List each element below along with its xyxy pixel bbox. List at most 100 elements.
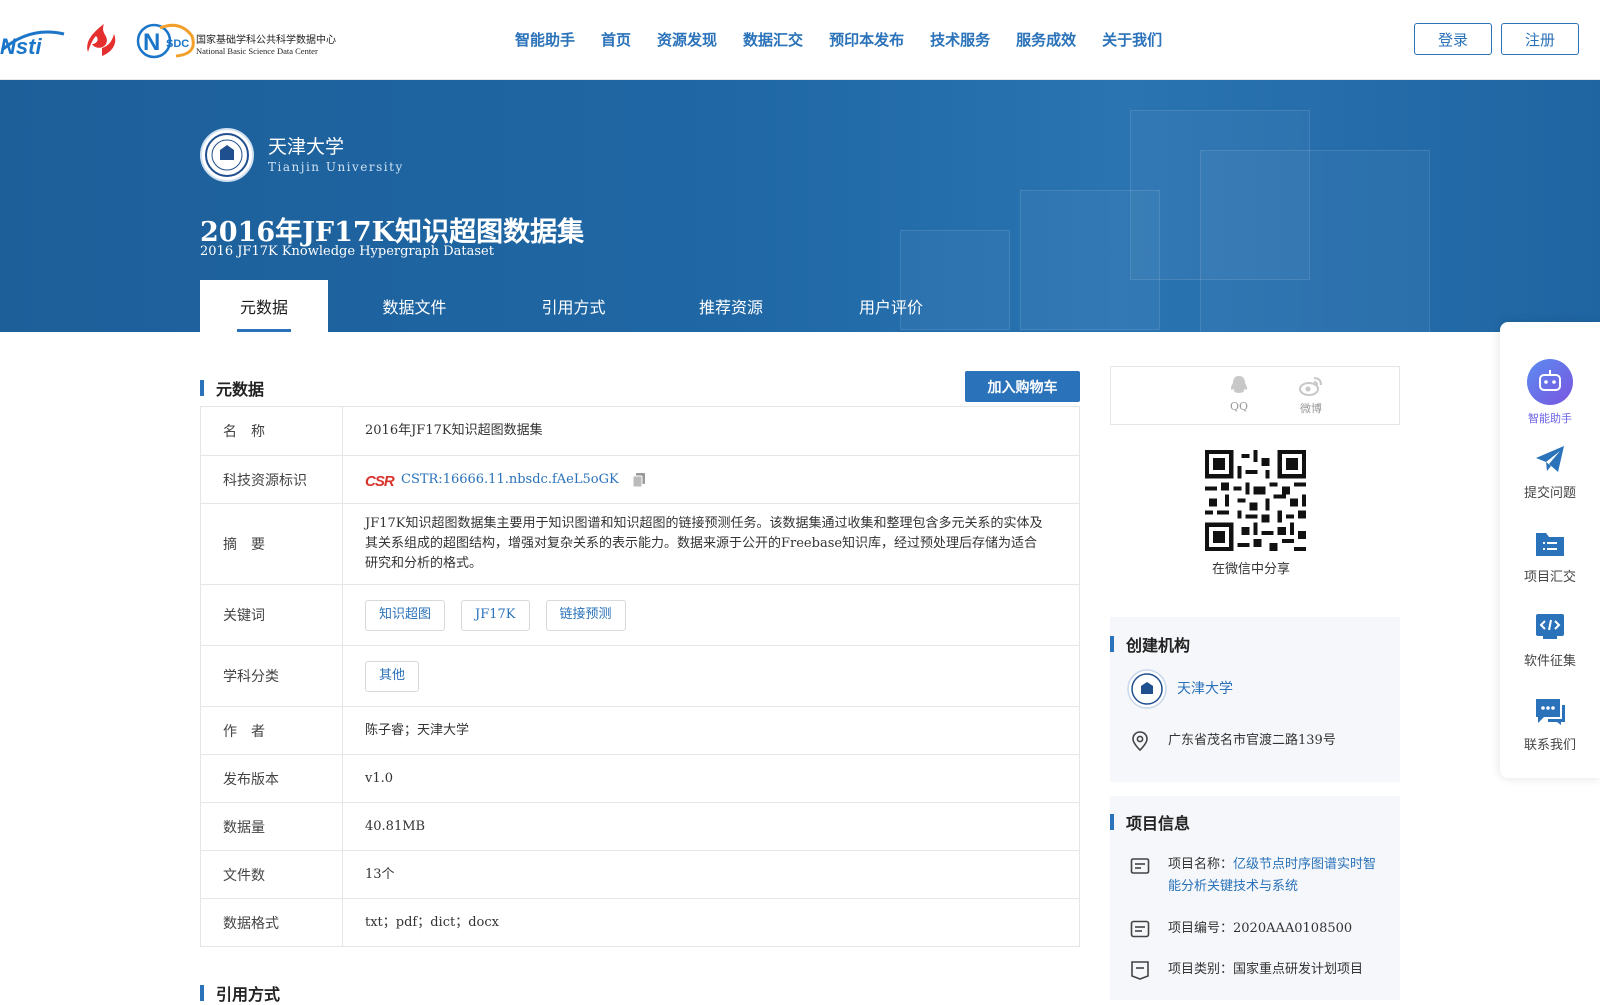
project-name-text: 项目名称：亿级节点时序图谱实时智能分析关键技术与系统 <box>1168 854 1384 898</box>
nsdc-logo[interactable]: N SDC 国家基础学科公共科学数据中心 National Basic Scie… <box>136 20 348 62</box>
dataset-title-en: 2016 JF17K Knowledge Hypergraph Dataset <box>200 244 494 259</box>
creator-section-header: 创建机构 <box>1110 632 1190 656</box>
tab-recommended[interactable]: 推荐资源 <box>646 280 816 332</box>
nav-about[interactable]: 关于我们 <box>1102 28 1162 52</box>
keyword-tag[interactable]: JF17K <box>461 599 530 631</box>
tab-metadata[interactable]: 元数据 <box>200 280 328 332</box>
row-label: 文件数 <box>201 851 343 898</box>
creator-panel: 创建机构 天津大学 广东省茂名市官渡二路139号 <box>1110 617 1400 782</box>
metadata-table: 名 称 2016年JF17K知识超图数据集 科技资源标识 CSR CSTR:16… <box>200 406 1080 947</box>
float-assistant[interactable]: 智能助手 <box>1500 358 1600 426</box>
nav-service-results[interactable]: 服务成效 <box>1016 28 1076 52</box>
tab-citation[interactable]: 引用方式 <box>501 280 646 332</box>
float-submit-question[interactable]: 提交问题 <box>1500 444 1600 501</box>
row-label: 发布版本 <box>201 755 343 802</box>
project-code-row: 项目编号：2020AAA0108500 <box>1130 918 1352 940</box>
university-logo <box>200 128 254 182</box>
project-panel: 项目信息 项目名称：亿级节点时序图谱实时智能分析关键技术与系统 项目编号：202… <box>1110 796 1400 1000</box>
file-count-value: 13个 <box>365 866 395 882</box>
creator-address: 广东省茂名市官渡二路139号 <box>1130 730 1336 752</box>
robot-assistant-icon <box>1527 359 1573 405</box>
nav-assistant[interactable]: 智能助手 <box>515 28 575 52</box>
cstr-identifier-link[interactable]: CSTR:16666.11.nbsdc.fAeL5oGK <box>401 470 619 490</box>
nsti-logo-text: Nsti <box>0 34 42 56</box>
float-project-submission[interactable]: 项目汇交 <box>1500 528 1600 585</box>
qq-icon <box>1230 376 1248 393</box>
project-name-label: 项目名称： <box>1168 857 1234 872</box>
keyword-tag[interactable]: 链接预测 <box>545 599 626 631</box>
row-label: 学科分类 <box>201 646 343 706</box>
float-project-submission-label: 项目汇交 <box>1523 570 1576 585</box>
float-contact-us-label: 联系我们 <box>1523 738 1576 753</box>
nav-tech-services[interactable]: 技术服务 <box>930 28 990 52</box>
row-label: 摘 要 <box>201 504 343 584</box>
wechat-share-caption: 在微信中分享 <box>1212 562 1291 577</box>
section-accent-bar <box>200 380 204 396</box>
nav-resource-discovery[interactable]: 资源发现 <box>657 28 717 52</box>
chat-bubble-icon <box>1536 699 1565 725</box>
university-seal-icon <box>205 133 249 177</box>
project-code-label: 项目编号： <box>1168 921 1234 936</box>
project-name-row: 项目名称：亿级节点时序图谱实时智能分析关键技术与系统 <box>1130 854 1384 898</box>
qq-label: QQ <box>1229 400 1249 413</box>
subject-tag[interactable]: 其他 <box>365 660 420 692</box>
subject-cell: 其他 <box>343 646 1079 706</box>
section-accent-bar <box>200 985 204 1001</box>
row-label: 关键词 <box>201 585 343 645</box>
float-contact-us[interactable]: 联系我们 <box>1500 696 1600 753</box>
project-type-icon <box>1131 961 1149 980</box>
table-row: 文件数 13个 <box>201 851 1079 899</box>
university-seal-icon <box>1127 669 1167 709</box>
row-label: 名 称 <box>201 407 343 455</box>
version-value: v1.0 <box>365 770 394 786</box>
table-row: 学科分类 其他 <box>201 646 1079 707</box>
data-format-value: txt；pdf；dict；docx <box>365 914 499 930</box>
wechat-qr-code <box>1205 450 1306 551</box>
folder-list-icon <box>1536 533 1564 556</box>
float-software-collection[interactable]: 软件征集 <box>1500 612 1600 669</box>
nsdc-abbr: SDC <box>166 38 189 50</box>
svg-text:CSR: CSR <box>365 473 395 489</box>
weibo-label: 微博 <box>1300 402 1322 415</box>
creator-section-title: 创建机构 <box>1126 636 1191 655</box>
row-label: 作 者 <box>201 707 343 754</box>
keyword-tag[interactable]: 知识超图 <box>365 599 446 631</box>
float-assistant-label: 智能助手 <box>1528 412 1572 425</box>
nsti-logo[interactable]: Nsti <box>0 24 66 56</box>
project-code-value: 2020AAA0108500 <box>1233 921 1353 936</box>
share-box: QQ 微博 <box>1110 366 1400 425</box>
share-weibo[interactable]: 微博 <box>1291 375 1331 416</box>
float-software-collection-label: 软件征集 <box>1523 654 1576 669</box>
dataset-tabs: 元数据 数据文件 引用方式 推荐资源 用户评价 <box>200 280 966 332</box>
login-button[interactable]: 登录 <box>1414 23 1492 55</box>
project-type-text: 项目类别：国家重点研发计划项目 <box>1168 959 1363 981</box>
code-icon <box>1536 614 1564 639</box>
university-name-en: Tianjin University <box>268 160 404 174</box>
table-row: 名 称 2016年JF17K知识超图数据集 <box>201 407 1079 456</box>
project-type-label: 项目类别： <box>1168 962 1234 977</box>
copy-icon[interactable] <box>631 472 647 488</box>
project-code-icon <box>1130 920 1150 938</box>
floating-sidebar: 智能助手 提交问题 项目汇交 软件征集 联系我们 <box>1500 322 1600 778</box>
project-card-icon <box>1130 858 1150 874</box>
row-label: 数据量 <box>201 803 343 850</box>
add-to-cart-button[interactable]: 加入购物车 <box>965 371 1080 402</box>
nav-data-submission[interactable]: 数据汇交 <box>743 28 803 52</box>
float-submit-question-label: 提交问题 <box>1523 486 1576 501</box>
project-type-value: 国家重点研发计划项目 <box>1233 962 1364 977</box>
creator-org-name[interactable]: 天津大学 <box>1177 678 1233 700</box>
section-accent-bar <box>1110 636 1114 652</box>
main-nav: 智能助手 首页 资源发现 数据汇交 预印本发布 技术服务 服务成效 关于我们 <box>502 28 1175 52</box>
red-emblem-logo[interactable] <box>82 22 120 58</box>
creator-org[interactable]: 天津大学 <box>1127 669 1233 709</box>
nav-home[interactable]: 首页 <box>601 28 631 52</box>
table-row: 数据格式 txt；pdf；dict；docx <box>201 899 1079 947</box>
top-navigation-bar: Nsti N SDC 国家基础学科公共科学数据中心 National Basic… <box>0 0 1600 80</box>
table-row: 作 者 陈子睿；天津大学 <box>201 707 1079 755</box>
share-qq[interactable]: QQ <box>1219 375 1259 413</box>
tab-user-reviews[interactable]: 用户评价 <box>816 280 966 332</box>
keywords-cell: 知识超图 JF17K 链接预测 <box>343 585 1079 645</box>
register-button[interactable]: 注册 <box>1501 23 1579 55</box>
nav-preprint[interactable]: 预印本发布 <box>829 28 904 52</box>
tab-data-files[interactable]: 数据文件 <box>328 280 501 332</box>
